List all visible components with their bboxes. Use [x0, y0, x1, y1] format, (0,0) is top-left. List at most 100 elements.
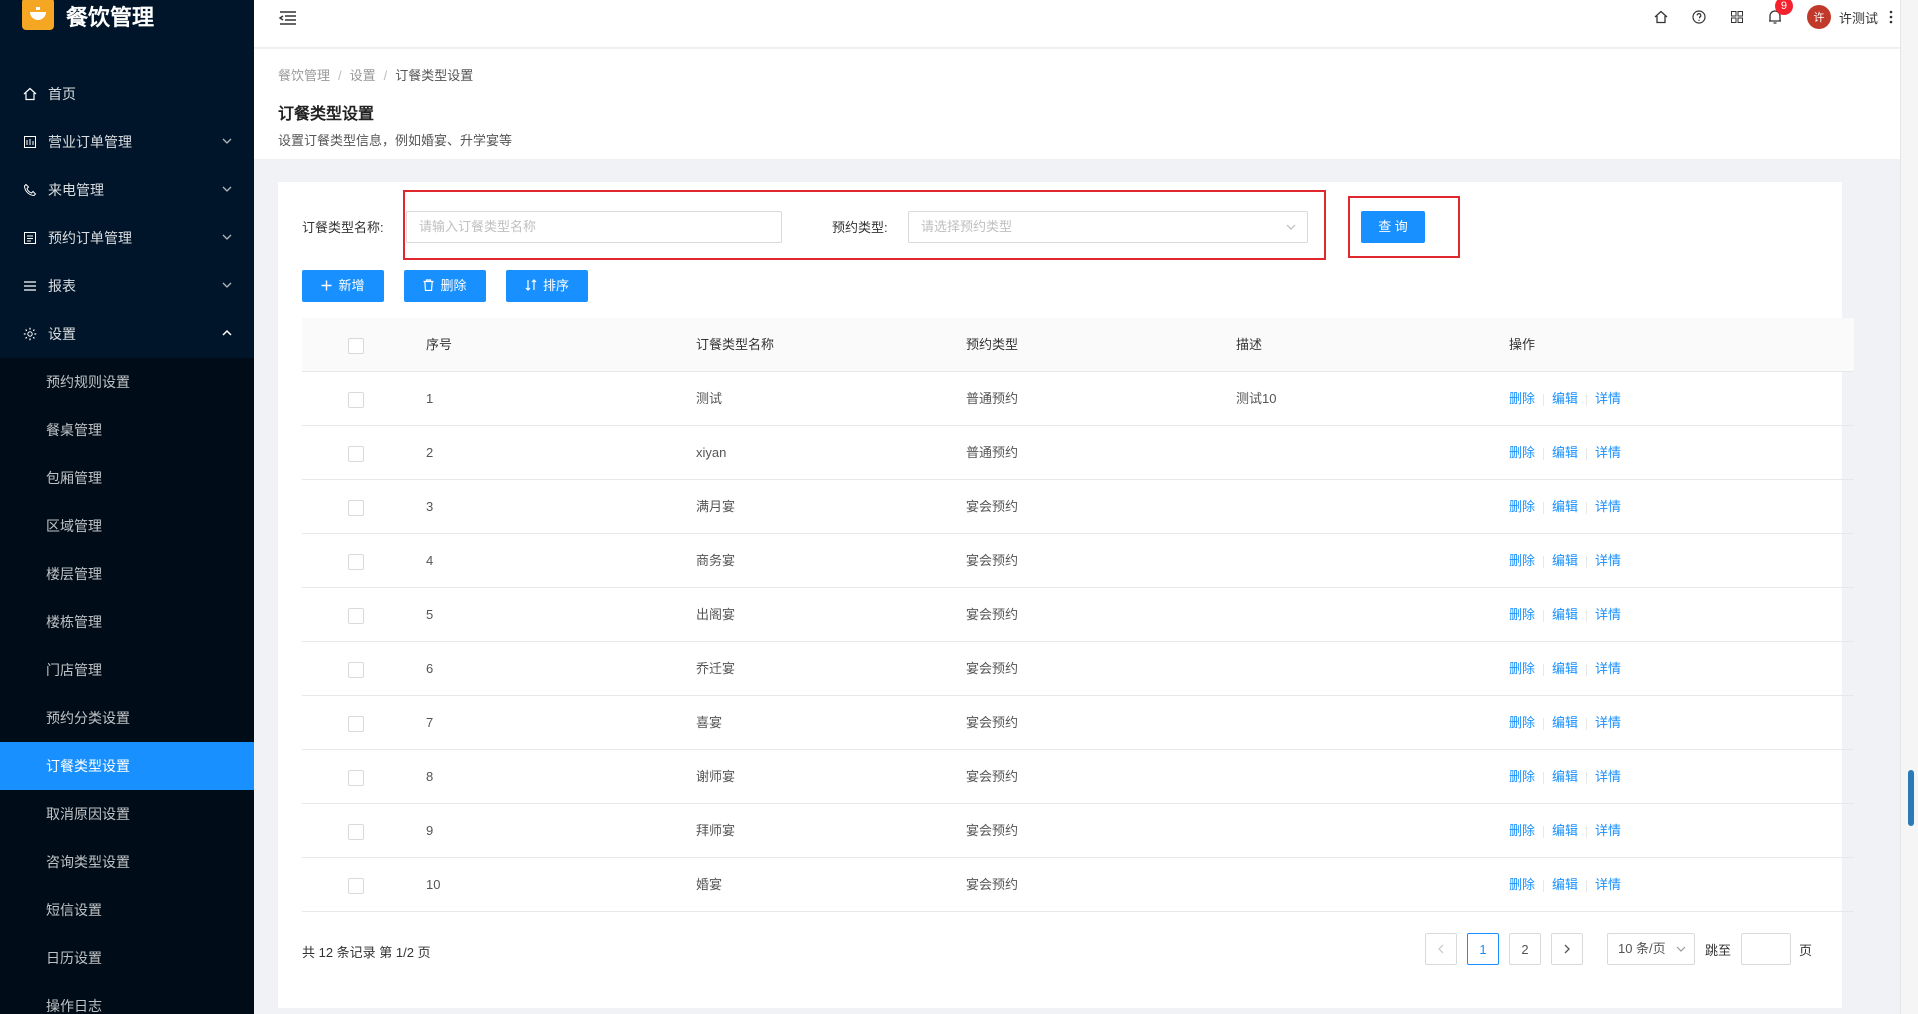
row-checkbox[interactable]	[348, 446, 364, 462]
edit-link[interactable]: 编辑	[1552, 715, 1578, 730]
name-search-input[interactable]: 请输入订餐类型名称	[406, 211, 782, 243]
sidebar-item[interactable]: 报表	[0, 262, 254, 310]
delete-link[interactable]: 删除	[1509, 769, 1535, 784]
detail-link[interactable]: 详情	[1595, 553, 1621, 568]
sidebar-subitem[interactable]: 餐桌管理	[0, 406, 254, 454]
delete-link[interactable]: 删除	[1509, 877, 1535, 892]
sidebar-item[interactable]: 首页	[0, 70, 254, 118]
more-vertical-icon[interactable]	[1888, 9, 1894, 25]
edit-link[interactable]: 编辑	[1552, 607, 1578, 622]
row-checkbox[interactable]	[348, 770, 364, 786]
detail-link[interactable]: 详情	[1595, 823, 1621, 838]
breadcrumb-item[interactable]: 设置	[350, 68, 376, 83]
detail-link[interactable]: 详情	[1595, 877, 1621, 892]
query-button[interactable]: 查 询	[1361, 211, 1425, 243]
sidebar-subitem[interactable]: 订餐类型设置	[0, 742, 254, 790]
menu-fold-icon[interactable]	[278, 8, 298, 28]
delete-button-label: 删除	[440, 278, 467, 293]
delete-link[interactable]: 删除	[1509, 499, 1535, 514]
row-checkbox[interactable]	[348, 878, 364, 894]
row-checkbox[interactable]	[348, 824, 364, 840]
delete-link[interactable]: 删除	[1509, 715, 1535, 730]
delete-link[interactable]: 删除	[1509, 391, 1535, 406]
page-button[interactable]: 2	[1508, 933, 1541, 965]
row-checkbox[interactable]	[348, 716, 364, 732]
breadcrumb-item[interactable]: 餐饮管理	[278, 68, 330, 83]
delete-link[interactable]: 删除	[1509, 607, 1535, 622]
avatar[interactable]: 许	[1806, 5, 1831, 29]
edit-link[interactable]: 编辑	[1552, 823, 1578, 838]
sidebar-item[interactable]: 设置	[0, 310, 254, 358]
detail-link[interactable]: 详情	[1595, 661, 1621, 676]
sidebar-subitem[interactable]: 咨询类型设置	[0, 838, 254, 886]
add-button[interactable]: 新增	[302, 270, 384, 302]
user-name[interactable]: 许测试	[1839, 8, 1878, 27]
next-page-button[interactable]	[1550, 933, 1583, 965]
search-form: 订餐类型名称: 请输入订餐类型名称 预约类型: 请选择预约类型 查 询	[278, 182, 1842, 262]
row-checkbox[interactable]	[348, 500, 364, 516]
chevron-down-icon	[222, 138, 232, 144]
detail-link[interactable]: 详情	[1595, 715, 1621, 730]
select-all-checkbox[interactable]	[348, 338, 364, 354]
sidebar-subitem[interactable]: 包厢管理	[0, 454, 254, 502]
detail-link[interactable]: 详情	[1595, 499, 1621, 514]
delete-link[interactable]: 删除	[1509, 823, 1535, 838]
edit-link[interactable]: 编辑	[1552, 877, 1578, 892]
edit-link[interactable]: 编辑	[1552, 445, 1578, 460]
sidebar-item[interactable]: 预约订单管理	[0, 214, 254, 262]
scroll-thumb[interactable]	[1908, 770, 1914, 826]
delete-link[interactable]: 删除	[1509, 661, 1535, 676]
sidebar-subitem[interactable]: 预约规则设置	[0, 358, 254, 406]
page-button[interactable]: 1	[1466, 933, 1499, 965]
row-checkbox[interactable]	[348, 662, 364, 678]
sidebar-subitem[interactable]: 短信设置	[0, 886, 254, 934]
sidebar-subitem[interactable]: 取消原因设置	[0, 790, 254, 838]
home-icon[interactable]	[1653, 9, 1669, 25]
edit-link[interactable]: 编辑	[1552, 661, 1578, 676]
sidebar-subitem[interactable]: 楼栋管理	[0, 598, 254, 646]
cell-name: 满月宴	[696, 499, 736, 514]
page-scrollbar[interactable]	[1900, 0, 1918, 1014]
row-checkbox[interactable]	[348, 554, 364, 570]
sidebar-subitem[interactable]: 操作日志	[0, 982, 254, 1014]
detail-link[interactable]: 详情	[1595, 607, 1621, 622]
prev-page-button[interactable]	[1424, 933, 1457, 965]
row-actions: 删除 编辑 详情	[1509, 858, 1621, 912]
edit-link[interactable]: 编辑	[1552, 553, 1578, 568]
delete-link[interactable]: 删除	[1509, 445, 1535, 460]
sidebar-item[interactable]: 营业订单管理	[0, 118, 254, 166]
delete-button[interactable]: 删除	[404, 270, 486, 302]
sidebar-subitem[interactable]: 区域管理	[0, 502, 254, 550]
sidebar-subitem[interactable]: 日历设置	[0, 934, 254, 982]
edit-link[interactable]: 编辑	[1552, 499, 1578, 514]
add-button-label: 新增	[338, 278, 365, 293]
sidebar-subitem[interactable]: 预约分类设置	[0, 694, 254, 742]
sidebar-subitem[interactable]: 楼层管理	[0, 550, 254, 598]
table-row: 7 喜宴 宴会预约 删除 编辑 详情	[302, 696, 1854, 750]
jump-page-input[interactable]	[1740, 933, 1791, 965]
action-divider	[1586, 771, 1588, 784]
row-checkbox[interactable]	[348, 392, 364, 408]
sidebar-item[interactable]: 来电管理	[0, 166, 254, 214]
bell-icon[interactable]: 9	[1767, 0, 1793, 25]
sort-button[interactable]: 排序	[506, 270, 588, 302]
logo-icon	[22, 0, 54, 30]
detail-link[interactable]: 详情	[1595, 391, 1621, 406]
list-icon	[22, 230, 38, 246]
help-icon[interactable]	[1691, 9, 1707, 25]
delete-link[interactable]: 删除	[1509, 553, 1535, 568]
sidebar-subitem[interactable]: 门店管理	[0, 646, 254, 694]
detail-link[interactable]: 详情	[1595, 445, 1621, 460]
apps-icon[interactable]	[1729, 9, 1745, 25]
logo[interactable]: 餐饮管理	[0, 0, 254, 36]
detail-link[interactable]: 详情	[1595, 769, 1621, 784]
page-size-select[interactable]: 10 条/页	[1606, 933, 1695, 965]
cell-index: 4	[426, 553, 434, 568]
row-checkbox[interactable]	[348, 608, 364, 624]
type-select[interactable]: 请选择预约类型	[908, 211, 1308, 243]
cell-index: 9	[426, 823, 434, 838]
sidebar-item-label: 设置	[48, 326, 76, 342]
edit-link[interactable]: 编辑	[1552, 769, 1578, 784]
edit-link[interactable]: 编辑	[1552, 391, 1578, 406]
action-divider	[1543, 447, 1545, 460]
